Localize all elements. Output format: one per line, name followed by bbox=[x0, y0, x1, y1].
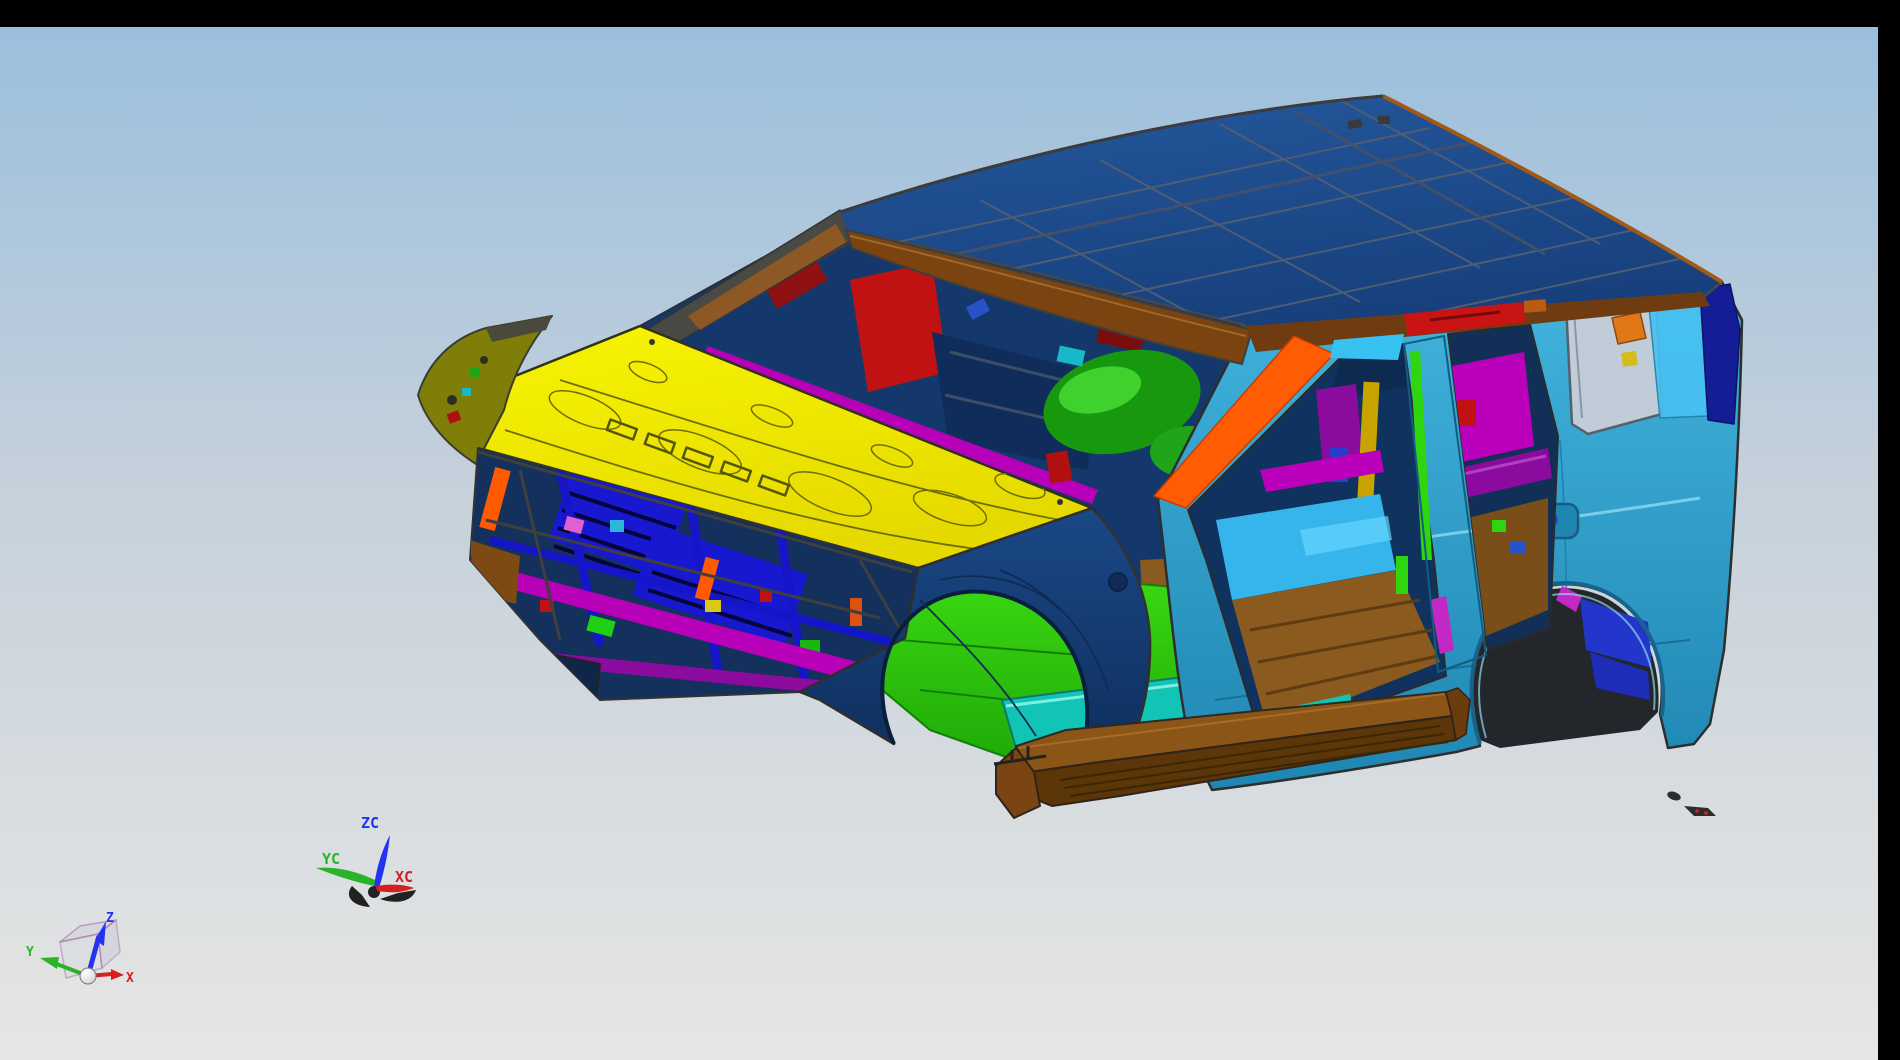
wcs-z-label: ZC bbox=[361, 814, 379, 832]
top-black-bar bbox=[0, 0, 1900, 27]
datum-z-label: Z bbox=[106, 911, 114, 926]
cad-application-window: ZC YC XC Z Y X bbox=[0, 0, 1900, 1060]
wcs-x-label: XC bbox=[395, 868, 413, 886]
right-black-bar bbox=[1878, 0, 1900, 1060]
fender-hole bbox=[1109, 573, 1127, 591]
window-tab-yellow bbox=[1621, 351, 1638, 367]
datum-origin-ball[interactable] bbox=[80, 968, 96, 984]
cad-viewport-canvas[interactable]: ZC YC XC Z Y X bbox=[0, 0, 1900, 1060]
window-bracket-orange bbox=[1612, 312, 1646, 344]
wcs-y-label: YC bbox=[322, 850, 340, 868]
datum-y-label: Y bbox=[26, 945, 34, 960]
datum-x-label: X bbox=[126, 971, 134, 986]
